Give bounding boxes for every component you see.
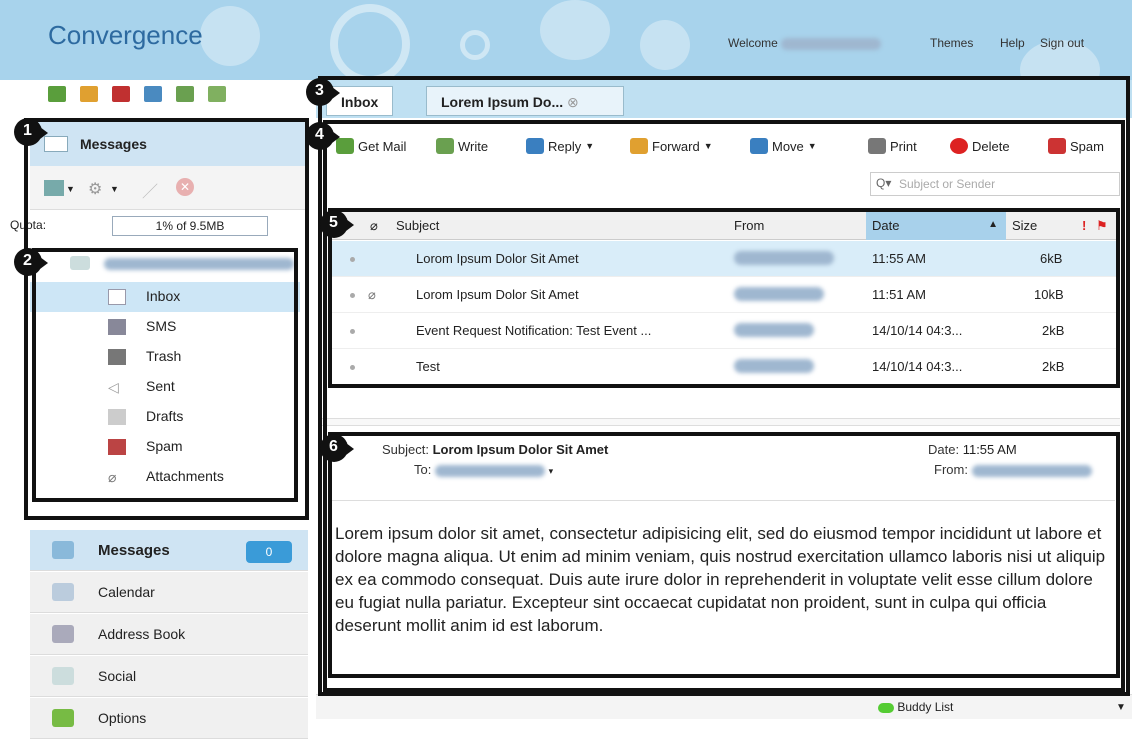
quick-toolbar (48, 86, 226, 108)
nav-label: Social (98, 668, 137, 684)
marker-number: 4 (315, 126, 324, 143)
signout-link[interactable]: Sign out (1040, 36, 1084, 50)
nav-calendar[interactable]: Calendar (30, 571, 308, 613)
address-book-icon (52, 625, 74, 643)
help-link[interactable]: Help (1000, 36, 1025, 50)
event-icon[interactable] (144, 86, 162, 102)
marker-5: 5 (320, 210, 356, 240)
buddy-label: Buddy List (897, 700, 954, 714)
welcome-label: Welcome (728, 36, 778, 50)
marker-3: 3 (306, 78, 342, 108)
marker-2: 2 (14, 248, 50, 278)
marker-1: 1 (14, 118, 50, 148)
buddy-status-icon (878, 702, 894, 713)
marker-number: 6 (329, 438, 338, 455)
marker-number: 3 (315, 82, 324, 99)
status-bar (316, 694, 1132, 719)
marker-6: 6 (320, 434, 356, 464)
contact-icon[interactable] (176, 86, 194, 102)
messages-icon (52, 541, 74, 559)
new-mail-icon[interactable] (48, 86, 66, 102)
nav-label: Address Book (98, 626, 186, 642)
chevron-down-icon[interactable]: ▼ (1116, 702, 1126, 713)
marker-number: 1 (23, 122, 32, 139)
nav-label: Options (98, 710, 147, 726)
buddy-list[interactable]: Buddy List (878, 700, 953, 714)
grid-icon[interactable] (208, 86, 226, 102)
unread-badge: 0 (246, 541, 292, 563)
user-name-blurred (781, 37, 882, 50)
nav-label: Calendar (98, 584, 155, 600)
task-icon[interactable] (112, 86, 130, 102)
calendar-icon (52, 583, 74, 601)
annotation-box-6 (328, 432, 1120, 678)
marker-number: 5 (329, 214, 338, 231)
nav-label: Messages (98, 542, 170, 559)
annotation-box-2 (32, 248, 298, 502)
marker-number: 2 (23, 252, 32, 269)
brand-logo: Convergence (48, 20, 203, 50)
options-icon (52, 709, 74, 727)
social-icon (52, 667, 74, 685)
welcome-text: Welcome (728, 36, 882, 50)
nav-options[interactable]: Options (30, 697, 308, 739)
annotation-box-5 (328, 208, 1120, 388)
themes-link[interactable]: Themes (930, 36, 973, 50)
nav-social[interactable]: Social (30, 655, 308, 697)
marker-4: 4 (306, 122, 342, 152)
nav-address-book[interactable]: Address Book (30, 613, 308, 655)
compose-icon[interactable] (80, 86, 98, 102)
